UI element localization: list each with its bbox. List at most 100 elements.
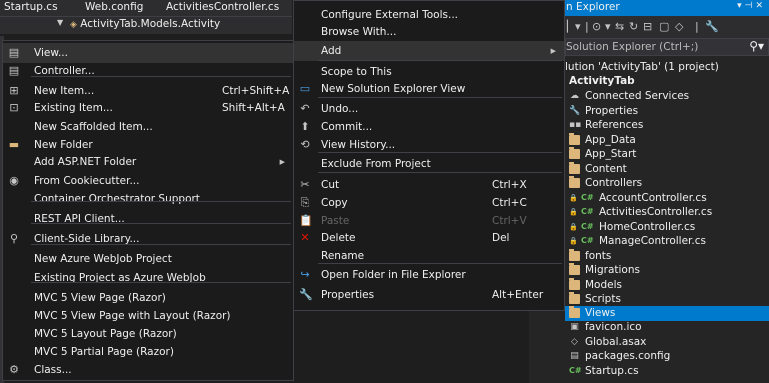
tree-item[interactable]: ActivityTab [565,74,769,89]
paste-icon: 📋 [299,214,313,227]
tree-item[interactable]: ▶▪▪References [557,118,769,133]
tree-item[interactable]: App_Data [565,133,769,148]
properties-wrench-icon[interactable]: 🔧 [705,20,719,33]
menu-item-mvc-5-view-page-razor[interactable]: MVC 5 View Page (Razor) [3,288,293,308]
sync-icon[interactable]: ⇆ [615,20,624,33]
menu-item-rest-api-client[interactable]: REST API Client... [3,209,293,229]
menu-item-from-cookiecutter[interactable]: ◉ From Cookiecutter... [3,171,293,191]
type-navigation-combo[interactable]: ◈ ActivityTab.Models.Activity [70,18,220,30]
menu-item-mvc-5-view-page-with-layout-razor[interactable]: MVC 5 View Page with Layout (Razor) [3,306,293,326]
tree-item-label: Models [585,279,622,291]
menu-item-cut[interactable]: ✂ Cut Ctrl+X [294,175,564,195]
refresh-icon[interactable]: ↻ [629,20,638,33]
tree-item[interactable]: ▶◇Global.asax [555,335,769,350]
menu-item-add[interactable]: Add ▶ [294,41,564,61]
new-folder-icon: ▬ [8,138,20,151]
cut-icon: ✂ [300,178,310,191]
menu-item-new-solution-explorer-view[interactable]: ▭ New Solution Explorer View [294,79,564,99]
folder-icon [569,292,580,304]
pin-icon[interactable]: ⊣ [745,1,756,11]
menu-item-label: Properties [321,289,375,301]
tree-item-label: App_Start [585,148,637,160]
tree-item[interactable]: lution 'ActivityTab' (1 project) [565,60,769,75]
tree-item[interactable]: ▶🔒C#ManageController.cs [556,234,769,249]
menu-item-properties[interactable]: 🔧 Properties Alt+Enter [294,285,564,305]
panel-controls[interactable]: ▾⊣✕ [737,1,766,11]
menu-item-open-folder-in-file-explorer[interactable]: ↪ Open Folder in File Explorer [294,265,564,285]
menu-item-undo[interactable]: ↶ Undo... [294,99,564,119]
document-tab-bar: Startup.cs Web.config ActivitiesControll… [0,0,292,16]
menu-item-label: Controller... [34,65,95,77]
collapse-all-icon[interactable]: ⊟ [643,20,652,33]
folder-context-menu: Configure External Tools... Browse With..… [293,0,565,311]
menu-item-label: Class... [34,364,72,376]
tree-item-selected[interactable]: ▷Views [529,306,769,321]
menu-item-browse-with[interactable]: Browse With... [294,22,564,42]
new-item-icon: ⊞ [9,84,19,97]
tree-item[interactable]: Models [565,278,769,293]
tree-item[interactable]: Content [565,162,769,177]
tree-item[interactable]: Controllers [565,176,769,191]
menu-separator [31,201,291,202]
tree-item[interactable]: Scripts [565,292,769,307]
tree-item[interactable]: ▣ favicon.ico [565,320,769,335]
dropdown-icon[interactable]: ▾ [605,20,611,33]
panel-title: n Explorer [566,1,620,13]
menu-item-controller[interactable]: ▤ Controller... [3,61,293,81]
menu-item-add-asp-net-folder[interactable]: Add ASP.NET Folder ▶ [3,152,293,172]
window-position-icon[interactable]: ▾ [737,1,745,11]
csharp-file-icon: C# [581,193,594,202]
menu-item-label: Client-Side Library... [34,233,140,245]
menu-item-existing-item[interactable]: ⊡ Existing Item... Shift+Alt+A [3,98,293,118]
source-control-lock-icon: 🔒 [569,208,578,216]
chevron-down-icon[interactable]: ▼ [57,18,63,27]
menu-item-class[interactable]: ⚙ Class... [3,360,293,380]
pending-changes-icon[interactable]: ⊙ [592,20,601,33]
search-input[interactable]: Solution Explorer (Ctrl+;) [566,41,698,53]
tree-item[interactable]: ▶🔒C#AccountController.cs [556,191,769,206]
menu-item-delete[interactable]: ✕ Delete Del [294,228,564,248]
menu-item-exclude-from-project[interactable]: Exclude From Project [294,154,564,174]
doc-tab-startup[interactable]: Startup.cs [4,1,58,13]
tree-item[interactable]: 🔧 Properties [565,104,769,119]
tree-item[interactable]: ▤ packages.config [565,349,769,364]
doc-tab-webconfig[interactable]: Web.config [85,1,143,13]
menu-item-commit[interactable]: ⬆ Commit... [294,117,564,137]
menu-item-label: Commit... [321,121,373,133]
menu-item-label: REST API Client... [34,213,125,225]
tree-item[interactable]: App_Start [565,147,769,162]
menu-item-new-scaffolded-item[interactable]: New Scaffolded Item... [3,117,293,137]
connected-services-icon: ☁ [570,91,579,101]
menu-item-label: New Solution Explorer View [321,83,466,95]
doc-tab-activitiescontroller[interactable]: ActivitiesController.cs [166,1,279,13]
tree-item-label: Connected Services [585,90,690,102]
menu-item-shortcut: Ctrl+C [492,197,527,209]
menu-item-view[interactable]: ▤ View... [3,43,293,63]
solution-explorer-search[interactable]: Solution Explorer (Ctrl+;) ⚲▾ [565,38,769,56]
menu-item-mvc-5-layout-page-razor[interactable]: MVC 5 Layout Page (Razor) [3,324,293,344]
source-control-lock-icon: 🔒 [569,237,578,245]
preview-icon[interactable]: ◇ [675,20,683,33]
menu-item-existing-project-as-azure-webjob[interactable]: Existing Project as Azure WebJob [3,268,293,288]
menu-item-container-orchestrator-support[interactable]: Container Orchestrator Support [3,189,293,209]
menu-item-copy[interactable]: ⎘ Copy Ctrl+C [294,193,564,213]
menu-item-new-azure-webjob-project[interactable]: New Azure WebJob Project [3,249,293,269]
tree-item[interactable]: ☁ Connected Services [565,89,769,104]
dropdown-icon[interactable]: ▾ [575,20,581,33]
client-library-icon: ⚲ [9,232,19,245]
menu-item-label: Open Folder in File Explorer [321,269,466,281]
close-icon[interactable]: ✕ [755,1,766,11]
menu-item-label: Browse With... [321,26,397,38]
show-all-files-icon[interactable]: ▢ [659,20,669,33]
delete-icon: ✕ [300,231,310,244]
tree-item[interactable]: ▶🔒C#HomeController.cs [556,220,769,235]
tree-item[interactable]: ▶C#Startup.cs [555,364,769,379]
tree-item[interactable]: fonts [565,249,769,264]
search-icon[interactable]: ⚲▾ [749,39,764,53]
tree-item[interactable]: Migrations [565,263,769,278]
tree-item[interactable]: ▶🔒C#ActivitiesController.cs [556,205,769,220]
menu-item-mvc-5-partial-page-razor[interactable]: MVC 5 Partial Page (Razor) [3,342,293,362]
csharp-file-icon: C# [581,236,594,245]
menu-item-client-side-library[interactable]: ⚲ Client-Side Library... [3,229,293,249]
solution-explorer-toolbar: ▏ ▾ | ⊙ ▾ ⇆ ↻ ⊟ ▢ ◇ | 🔧 [565,16,769,38]
